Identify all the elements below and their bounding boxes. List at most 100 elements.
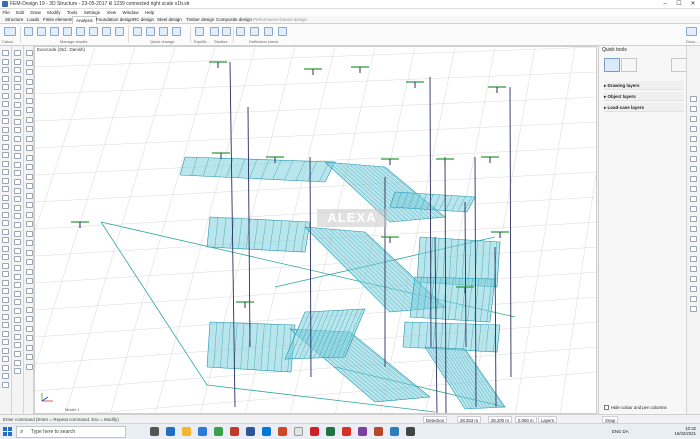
tool-button-icon[interactable] [14, 84, 21, 91]
tool-button-icon[interactable] [14, 265, 21, 271]
fem-design-icon[interactable] [390, 427, 399, 436]
pen-tool-icon[interactable] [621, 58, 637, 72]
tool-button-icon[interactable] [2, 313, 9, 320]
tool-button-icon[interactable] [2, 194, 9, 201]
tool-button-icon[interactable] [26, 59, 33, 66]
tool-button-icon[interactable] [2, 347, 9, 354]
tool-button-icon[interactable] [26, 221, 33, 227]
tool-button-icon[interactable] [14, 187, 21, 194]
tool-button-icon[interactable] [2, 177, 9, 184]
tool-button-icon[interactable] [14, 359, 21, 366]
tool-button-icon[interactable] [2, 186, 9, 192]
right-tool-icon[interactable] [690, 256, 697, 262]
right-tool-icon[interactable] [690, 306, 697, 312]
app-green-icon[interactable] [214, 427, 223, 436]
tool-button-icon[interactable] [26, 116, 33, 123]
tab-steel-design[interactable]: Steel design [154, 16, 185, 24]
tool-button-icon[interactable] [2, 135, 9, 141]
tool-button-icon[interactable] [26, 230, 33, 237]
tool-button-icon[interactable] [14, 368, 21, 375]
right-tool-icon[interactable] [690, 136, 697, 142]
tool-button-icon[interactable] [14, 93, 21, 99]
tool-button-icon[interactable] [14, 273, 21, 280]
tab-performance-design[interactable]: Performance-based design [250, 16, 310, 24]
tool-button-icon[interactable] [26, 173, 33, 180]
tool-button-icon[interactable] [26, 183, 33, 189]
tool-button-icon[interactable] [2, 118, 9, 124]
tool-button-icon[interactable] [2, 75, 9, 82]
menu-file[interactable]: File [0, 9, 12, 16]
app-red2-icon[interactable] [342, 427, 351, 436]
tool-button-icon[interactable] [2, 322, 9, 328]
tool-button-icon[interactable] [26, 88, 33, 94]
right-tool-icon[interactable] [690, 196, 697, 202]
tool-button-icon[interactable] [14, 136, 21, 142]
tool-button-icon[interactable] [26, 240, 33, 246]
tool-button-icon[interactable] [2, 245, 9, 252]
tool-button-icon[interactable] [2, 381, 9, 388]
menu-view[interactable]: View [104, 9, 119, 16]
right-tool-icon[interactable] [690, 236, 697, 242]
menu-draw[interactable]: Draw [28, 9, 44, 16]
tool-button-icon[interactable] [14, 325, 21, 332]
tool-button-icon[interactable] [2, 211, 9, 218]
acrobat-icon[interactable] [310, 427, 319, 436]
tool-button-icon[interactable] [2, 58, 9, 65]
result-icon-3[interactable] [50, 27, 59, 36]
tool-button-icon[interactable] [2, 237, 9, 243]
tool-button-icon[interactable] [26, 306, 33, 313]
tool-button-icon[interactable] [26, 126, 33, 132]
tool-button-icon[interactable] [26, 192, 33, 199]
menu-tools[interactable]: Tools [64, 9, 80, 16]
tool-button-icon[interactable] [2, 50, 9, 56]
tool-button-icon[interactable] [14, 50, 21, 56]
deflection-icon-4[interactable] [278, 27, 287, 36]
tool-button-icon[interactable] [14, 161, 21, 168]
result-icon-2[interactable] [37, 27, 46, 36]
right-tool-icon[interactable] [690, 116, 697, 122]
taskbar-search[interactable]: Type here to search [16, 426, 126, 438]
tool-button-icon[interactable] [14, 75, 21, 82]
tool-button-icon[interactable] [14, 58, 21, 65]
tool-button-icon[interactable] [14, 118, 21, 125]
tool-button-icon[interactable] [2, 67, 9, 73]
tool-button-icon[interactable] [2, 356, 9, 362]
tool-button-icon[interactable] [26, 135, 33, 142]
system-clock[interactable]: 10:32 16/02/2021 [674, 426, 696, 436]
tool-button-icon[interactable] [2, 109, 9, 116]
tool-button-icon[interactable] [14, 170, 21, 177]
menu-edit[interactable]: Edit [14, 9, 27, 16]
app-dark-icon[interactable] [406, 427, 415, 436]
tool-button-icon[interactable] [26, 335, 33, 341]
tool-button-icon[interactable] [2, 203, 9, 209]
layer-row-load-case[interactable]: ▸ Load-case layers [604, 103, 684, 112]
tool-button-icon[interactable] [2, 330, 9, 337]
tool-button-icon[interactable] [14, 127, 21, 134]
app-gray-icon[interactable] [294, 427, 303, 436]
menu-help[interactable]: Help [142, 9, 156, 16]
quick-change-icon-2[interactable] [146, 27, 155, 36]
right-tool-icon[interactable] [690, 186, 697, 192]
app-purple-icon[interactable] [358, 427, 367, 436]
language-indicator[interactable]: ENG DA [612, 429, 628, 434]
status-detection[interactable]: Detection [423, 416, 448, 423]
tool-button-icon[interactable] [2, 126, 9, 133]
tool-button-icon[interactable] [2, 160, 9, 167]
right-tool-icon[interactable] [690, 276, 697, 282]
tool-button-icon[interactable] [26, 325, 33, 332]
status-layers[interactable]: Layers [538, 416, 557, 423]
right-tool-icon[interactable] [690, 286, 697, 292]
deflection-icon-1[interactable] [236, 27, 245, 36]
right-tool-icon[interactable] [690, 216, 697, 222]
model-viewport[interactable]: Eurocode (Std.: Danish) ALEXA Model 1 [34, 46, 597, 414]
right-tool-icon[interactable] [690, 226, 697, 232]
tool-button-icon[interactable] [14, 290, 21, 297]
tool-button-icon[interactable] [26, 287, 33, 294]
right-tool-icon[interactable] [690, 126, 697, 132]
close-button[interactable]: ✕ [686, 0, 700, 9]
tool-button-icon[interactable] [2, 296, 9, 303]
right-tool-icon[interactable] [690, 166, 697, 172]
tool-button-icon[interactable] [14, 256, 21, 263]
store-icon[interactable] [198, 427, 207, 436]
result-icon-6[interactable] [89, 27, 98, 36]
